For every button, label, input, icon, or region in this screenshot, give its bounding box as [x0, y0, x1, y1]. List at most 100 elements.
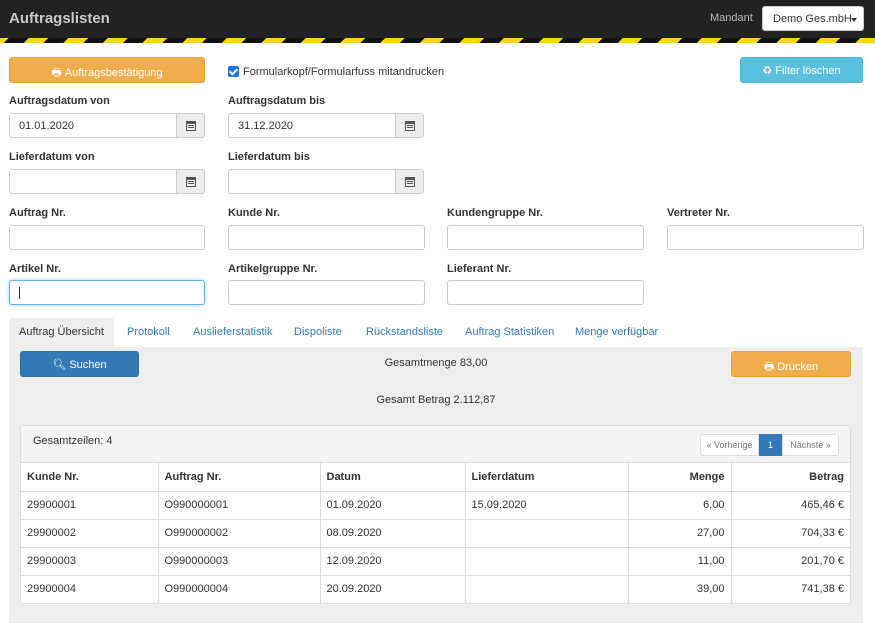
column-header-lieferdatum[interactable]: Lieferdatum [465, 463, 629, 492]
auftragsdatum-von-input[interactable]: 01.01.2020 [9, 113, 177, 138]
auftragsbestaetigung-button[interactable]: 🖶 Auftragsbestätigung [9, 57, 205, 83]
cell-menge: 6,00 [628, 491, 732, 520]
vertreter-nr-label: Vertreter Nr. [667, 207, 730, 219]
recycle-icon: ♻ [762, 65, 773, 77]
cell-lieferdatum: 15.09.2020 [465, 491, 629, 520]
table-row[interactable]: 29900004 O990000004 20.09.2020 39,00 741… [21, 575, 850, 603]
kundengruppe-nr-label: Kundengruppe Nr. [447, 207, 543, 219]
cell-datum: 12.09.2020 [320, 547, 466, 576]
kunde-nr-label: Kunde Nr. [228, 207, 280, 219]
table-row[interactable]: 29900002 O990000002 08.09.2020 27,00 704… [21, 519, 850, 548]
lieferdatum-bis-input[interactable] [228, 169, 396, 194]
cell-lieferdatum [465, 519, 629, 548]
cell-kunde-nr: 29900001 [21, 491, 159, 520]
tab-dispoliste[interactable]: Dispoliste [284, 318, 352, 347]
kundengruppe-nr-input[interactable] [447, 225, 644, 250]
auftrag-nr-input[interactable] [9, 225, 205, 250]
results-table: Kunde Nr. Auftrag Nr. Datum Lieferdatum … [21, 463, 850, 603]
lieferant-nr-input[interactable] [447, 280, 644, 305]
formularkopf-checkbox[interactable] [228, 66, 239, 77]
result-tabs: Auftrag Übersicht Protokoll Ausliefersta… [9, 318, 863, 347]
text-cursor [19, 287, 20, 300]
column-header-auftrag-nr[interactable]: Auftrag Nr. [158, 463, 321, 492]
cell-betrag: 741,38 € [801, 583, 844, 596]
suchen-label: Suchen [69, 359, 107, 371]
column-header-kunde-nr[interactable]: Kunde Nr. [21, 463, 159, 492]
lieferdatum-von-calendar-button[interactable] [176, 169, 205, 194]
table-row[interactable]: 29900003 O990000003 12.09.2020 11,00 201… [21, 547, 850, 576]
app-title: Auftragslisten [9, 10, 110, 27]
lieferdatum-von-label: Lieferdatum von [9, 151, 95, 163]
auftragsdatum-von-calendar-button[interactable] [176, 113, 205, 138]
drucken-button[interactable]: 🖶 Drucken [731, 351, 851, 377]
calendar-icon [186, 177, 196, 187]
tab-auslieferstatistik[interactable]: Auslieferstatistik [183, 318, 282, 347]
cell-kunde-nr: 29900004 [21, 575, 159, 603]
search-icon: 🔍︎ [52, 359, 67, 371]
cell-datum: 01.09.2020 [320, 491, 466, 520]
column-header-menge[interactable]: Menge [628, 463, 732, 492]
lieferant-nr-label: Lieferant Nr. [447, 263, 512, 275]
cell-datum: 08.09.2020 [320, 519, 466, 548]
cell-auftrag-nr: O990000004 [158, 575, 321, 603]
hazard-stripe [0, 38, 875, 43]
artikelgruppe-nr-input[interactable] [228, 280, 425, 305]
tab-menge-verfuegbar[interactable]: Menge verfügbar [565, 318, 668, 347]
auftragsdatum-von-label: Auftragsdatum von [9, 95, 110, 107]
artikel-nr-input[interactable] [9, 280, 205, 305]
auftrag-nr-label: Auftrag Nr. [9, 207, 66, 219]
cell-auftrag-nr: O990000001 [158, 491, 321, 520]
cell-kunde-nr: 29900003 [21, 547, 159, 576]
calendar-icon [186, 121, 196, 131]
artikelgruppe-nr-label: Artikelgruppe Nr. [228, 263, 318, 275]
filter-loeschen-label: Filter löschen [775, 65, 841, 77]
tab-protokoll[interactable]: Protokoll [117, 318, 180, 347]
gesamt-betrag-text: Gesamt Betrag 2.112,87 [376, 394, 496, 406]
kunde-nr-input[interactable] [228, 225, 425, 250]
cell-datum: 20.09.2020 [320, 575, 466, 603]
cell-menge: 27,00 [628, 519, 732, 548]
filter-loeschen-button[interactable]: ♻ Filter löschen [740, 57, 863, 83]
gesamtmenge-text: Gesamtmenge 83,00 [384, 357, 488, 369]
table-panel-header: Gesamtzeilen: 4 « Vorherige 1 Nächste » [21, 426, 850, 463]
suchen-button[interactable]: 🔍︎ Suchen [20, 351, 139, 377]
cell-lieferdatum [465, 547, 629, 576]
formularkopf-checkbox-label: Formularkopf/Formularfuss mitandrucken [243, 66, 445, 78]
cell-betrag: 704,33 € [731, 519, 850, 548]
tab-auftrag-uebersicht[interactable]: Auftrag Übersicht [9, 318, 114, 347]
calendar-icon [405, 121, 415, 131]
column-header-betrag[interactable]: Betrag [731, 463, 850, 492]
auftragsdatum-bis-label: Auftragsdatum bis [228, 95, 326, 107]
pager-page-1-button[interactable]: 1 [759, 434, 782, 456]
cell-menge: 39,00 [628, 575, 732, 603]
cell-betrag: 201,70 € [731, 547, 850, 576]
auftragsbestaetigung-label: Auftragsbestätigung [64, 67, 163, 79]
pager-previous-button[interactable]: « Vorherige [700, 434, 759, 456]
mandant-label: Mandant [710, 12, 753, 24]
print-icon: 🖶 [763, 361, 775, 373]
column-header-datum[interactable]: Datum [320, 463, 466, 492]
auftragsdatum-bis-input[interactable]: 31.12.2020 [228, 113, 396, 138]
results-table-panel: Gesamtzeilen: 4 « Vorherige 1 Nächste » … [20, 425, 851, 604]
lieferdatum-bis-calendar-button[interactable] [395, 169, 424, 194]
gesamtzeilen-text: Gesamtzeilen: 4 [33, 435, 113, 447]
table-row[interactable]: 29900001 O990000001 01.09.2020 15.09.202… [21, 491, 850, 520]
table-header-row: Kunde Nr. Auftrag Nr. Datum Lieferdatum … [21, 463, 850, 492]
pager-next-button[interactable]: Nächste » [782, 434, 839, 456]
artikel-nr-label: Artikel Nr. [9, 263, 61, 275]
auftragsdatum-bis-calendar-button[interactable] [395, 113, 424, 138]
vertreter-nr-input[interactable] [667, 225, 864, 250]
drucken-label: Drucken [777, 361, 819, 373]
chevron-down-icon [851, 18, 857, 22]
mandant-dropdown[interactable]: Demo Ges.mbH [762, 6, 864, 31]
lieferdatum-bis-label: Lieferdatum bis [228, 151, 310, 163]
calendar-icon [405, 177, 415, 187]
cell-kunde-nr: 29900002 [21, 519, 159, 548]
lieferdatum-von-input[interactable] [9, 169, 177, 194]
cell-auftrag-nr: O990000002 [158, 519, 321, 548]
tab-auftrag-statistiken[interactable]: Auftrag Statistiken [455, 318, 564, 347]
cell-lieferdatum [465, 575, 629, 603]
cell-betrag: 465,46 € [731, 491, 850, 520]
tab-rueckstandsliste[interactable]: Rückstandsliste [356, 318, 453, 347]
cell-auftrag-nr: O990000003 [158, 547, 321, 576]
